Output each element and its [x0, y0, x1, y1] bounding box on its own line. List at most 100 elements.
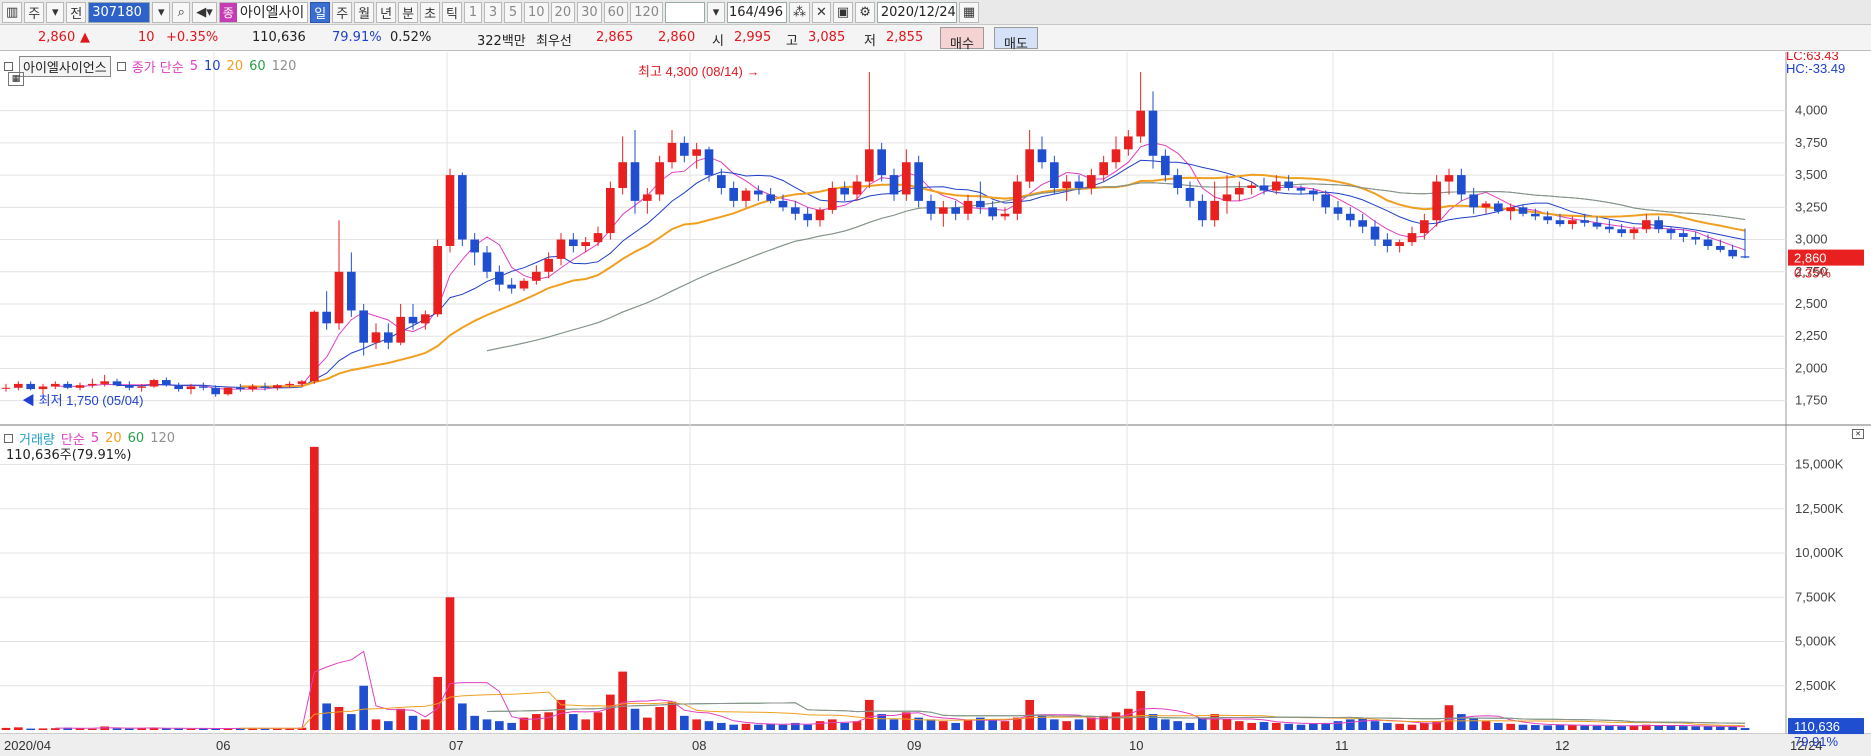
volume-bar [803, 724, 812, 730]
candle-body [1161, 155, 1170, 176]
volume-bar [1457, 714, 1466, 730]
custom-interval-dropdown-icon[interactable]: ▾ [707, 1, 726, 23]
period-second[interactable]: 초 [420, 1, 441, 23]
price-tick-label: 2,000 [1795, 360, 1828, 375]
candle-body [556, 239, 566, 259]
period-minute[interactable]: 분 [398, 1, 419, 23]
period-monthly-label: 월 [358, 6, 371, 22]
volume-current-text: 110,636주(79.91%) [6, 448, 132, 463]
volume-bar [1654, 725, 1663, 730]
volume-bar [939, 721, 948, 730]
candle-body [334, 271, 344, 324]
price-tick-label: 2,500 [1795, 296, 1828, 311]
date-input[interactable]: 2020/12/24 [876, 1, 957, 23]
interval-20[interactable]: 20 [550, 1, 576, 23]
stock-name-field[interactable]: 종 아이엘사이 [218, 1, 309, 23]
candle-body [766, 194, 775, 201]
volume-toggle-icon[interactable] [4, 434, 13, 443]
volume-bar [1333, 721, 1343, 730]
period-daily[interactable]: 일 [310, 1, 331, 23]
volume-bar [1235, 721, 1244, 730]
interval-10-label: 10 [528, 4, 545, 20]
close-icon[interactable]: ✕ [1852, 429, 1864, 439]
volume-bar [359, 685, 368, 730]
volume-bar [1506, 723, 1515, 730]
period-tick[interactable]: 틱 [442, 1, 462, 23]
candle-body [1222, 194, 1232, 201]
candle-body [643, 194, 652, 201]
legend-toggle-icon[interactable] [116, 62, 126, 71]
volume-bar [1037, 715, 1047, 730]
crosshair-icon[interactable]: ✕ [812, 1, 831, 23]
candle-body [803, 213, 812, 221]
ma120-label: 120 [271, 59, 297, 74]
period-type-button[interactable]: 주 [24, 1, 45, 23]
period-weekly-label: 주 [336, 6, 349, 22]
candle-body [223, 387, 233, 395]
x-tick-label: 08 [692, 738, 706, 753]
period-monthly[interactable]: 월 [354, 1, 375, 23]
volume-bar [1111, 712, 1121, 730]
candle-body [408, 316, 418, 324]
candle-body [1407, 233, 1417, 243]
code-dropdown-icon[interactable]: ▾ [152, 1, 171, 23]
open-price: 2,995 [734, 30, 772, 45]
low-annotation: ◀ 최저 1,750 (05/04) [22, 393, 143, 408]
calendar-icon[interactable]: ▦ [958, 1, 980, 23]
chart-svg[interactable]: 4,0003,7503,5003,2503,0002,7502,5002,250… [0, 52, 1871, 756]
x-tick-label: 12 [1555, 738, 1569, 753]
interval-1[interactable]: 1 [464, 1, 482, 23]
volume-bar [889, 719, 899, 730]
volume-bar [1247, 722, 1256, 730]
panel-toggle-icon[interactable] [4, 62, 13, 71]
volume-bar [778, 724, 788, 730]
period-yearly[interactable]: 년 [376, 1, 397, 23]
candle-body [125, 385, 134, 388]
candle-body [1333, 207, 1343, 214]
save-icon[interactable]: ▣ [832, 1, 854, 23]
volume-bar [1358, 717, 1367, 730]
interval-120[interactable]: 120 [630, 1, 664, 23]
candle-body [618, 162, 627, 188]
custom-interval-input[interactable] [665, 1, 706, 23]
count-input[interactable]: 164/496 [727, 1, 788, 23]
gear-icon[interactable]: ⚙ [855, 1, 875, 23]
candle-body [1247, 185, 1256, 188]
candle-body [322, 311, 331, 324]
candle-body [1050, 162, 1059, 188]
candle-body [1099, 162, 1108, 176]
buy-button[interactable]: 매수 [940, 27, 984, 52]
interval-30[interactable]: 30 [577, 1, 602, 23]
layout-icon[interactable]: ▥ [2, 1, 23, 23]
period-yearly-label: 년 [380, 6, 393, 22]
grid-table-icon[interactable]: ▦ [8, 72, 24, 86]
all-button[interactable]: 전 [66, 1, 87, 23]
candle-body [1642, 220, 1651, 230]
candle-body [149, 380, 159, 387]
chart-area[interactable]: 4,000 3,750 3,500 3,250 3,000 2,750 2,500 2,250… [0, 52, 1871, 756]
low-price: 2,855 [886, 30, 924, 45]
stock-code-input[interactable]: 307180 [88, 1, 151, 23]
best-bid: 2,860 [658, 30, 696, 45]
search-icon[interactable]: ⌕ [172, 1, 191, 23]
volume-bar [865, 699, 874, 730]
speaker-icon[interactable]: ◀▾ [192, 1, 217, 23]
volume-bar [384, 721, 393, 730]
volume-bar [1050, 719, 1059, 730]
candle-body [1309, 190, 1318, 195]
interval-5[interactable]: 5 [504, 1, 522, 23]
interval-120-label: 120 [634, 4, 660, 20]
total-count: /496 [753, 4, 784, 20]
volume-bar [1370, 721, 1380, 730]
interval-10[interactable]: 10 [524, 1, 549, 23]
dropdown-icon[interactable]: ▾ [46, 1, 65, 23]
tool-icon[interactable]: ⁂ [789, 1, 811, 23]
volume-bar [593, 712, 603, 730]
volume-bar [1605, 725, 1614, 730]
candle-body [630, 162, 640, 201]
interval-3[interactable]: 3 [484, 1, 502, 23]
period-weekly[interactable]: 주 [332, 1, 353, 23]
candle-body [1062, 181, 1071, 188]
interval-60[interactable]: 60 [603, 1, 629, 23]
sell-button[interactable]: 매도 [994, 27, 1038, 52]
